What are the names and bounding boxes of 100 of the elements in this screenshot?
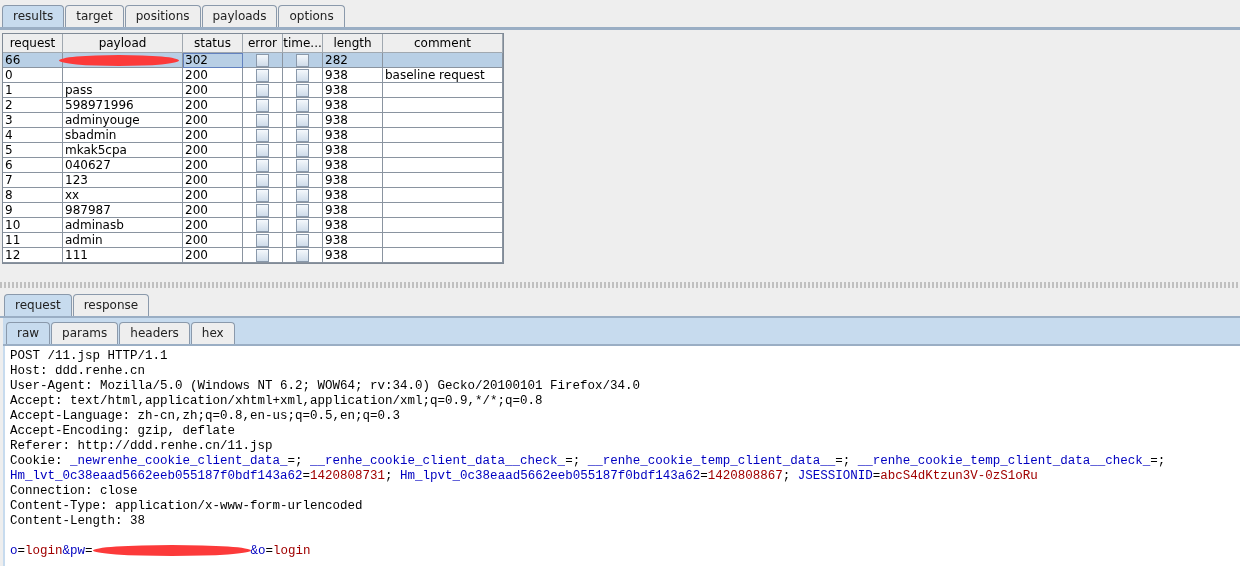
raw-text: Content-Length: 38 <box>10 514 146 528</box>
checkbox[interactable] <box>296 53 309 67</box>
table-cell: 040627 <box>65 158 111 172</box>
tab[interactable]: payloads <box>201 5 278 27</box>
tab[interactable]: results <box>2 5 65 27</box>
column-header[interactable]: comment <box>383 34 503 53</box>
table-row[interactable]: 8 xx 200 938 <box>3 188 503 203</box>
checkbox[interactable] <box>256 113 269 127</box>
checkbox[interactable] <box>256 128 269 142</box>
checkbox[interactable] <box>296 158 309 172</box>
checkbox[interactable] <box>296 68 309 82</box>
table-row[interactable]: 12 111 200 938 <box>3 248 503 263</box>
column-header[interactable]: status <box>183 34 243 53</box>
table-cell: pass <box>65 83 93 97</box>
param-value: login <box>25 544 63 558</box>
param-name: Hm_lpvt_0c38eaad5662eeb055187f0bdf143a62 <box>400 469 701 483</box>
table-row[interactable]: 66 302 282 <box>3 53 503 68</box>
raw-text: User-Agent: Mozilla/5.0 (Windows NT 6.2; WOW64; rv:34.0) Gecko/20100101 Firefox/34.0 <box>10 379 641 393</box>
checkbox[interactable] <box>256 143 269 157</box>
table-cell: 0 <box>5 68 13 82</box>
checkbox[interactable] <box>256 248 269 262</box>
param-value: 1420808731 <box>310 469 386 483</box>
splitter-handle[interactable] <box>0 282 1240 288</box>
tab[interactable]: headers <box>119 322 190 344</box>
table-row[interactable]: 4 sbadmin 200 938 <box>3 128 503 143</box>
checkbox[interactable] <box>256 98 269 112</box>
checkbox[interactable] <box>296 128 309 142</box>
raw-text: =; <box>565 454 582 468</box>
raw-text: Host: ddd.renhe.cn <box>10 364 146 378</box>
checkbox[interactable] <box>296 113 309 127</box>
checkbox[interactable] <box>256 203 269 217</box>
checkbox[interactable] <box>296 203 309 217</box>
column-header[interactable]: request <box>3 34 63 53</box>
table-cell: 938 <box>325 248 348 262</box>
table-cell: 200 <box>185 233 208 247</box>
tab[interactable]: response <box>72 294 150 316</box>
checkbox[interactable] <box>256 53 269 67</box>
table-cell: 1 <box>5 83 13 97</box>
raw-text: Cookie: <box>10 454 64 468</box>
table-cell: 200 <box>185 128 208 142</box>
table-row[interactable]: 2 598971996 200 938 <box>3 98 503 113</box>
table-cell: 282 <box>325 53 348 67</box>
checkbox[interactable] <box>256 218 269 232</box>
table-cell: 938 <box>325 203 348 217</box>
param-name: __renhe_cookie_client_data__check_ <box>310 454 566 468</box>
tab[interactable]: params <box>51 322 119 344</box>
raw-text: Accept-Language: zh-cn,zh;q=0.8,en-us;q=0.5,en;q=0.3 <box>10 409 401 423</box>
table-row[interactable]: 6 040627 200 938 <box>3 158 503 173</box>
checkbox[interactable] <box>296 83 309 97</box>
table-row[interactable]: 1 pass 200 938 <box>3 83 503 98</box>
tab[interactable]: options <box>278 5 345 27</box>
table-cell: 200 <box>185 173 208 187</box>
table-cell: 200 <box>185 203 208 217</box>
checkbox[interactable] <box>296 188 309 202</box>
table-cell: baseline request <box>385 68 485 82</box>
table-row[interactable]: 0 200 938 baseline request <box>3 68 503 83</box>
checkbox[interactable] <box>256 173 269 187</box>
table-cell: xx <box>65 188 80 202</box>
table-cell: 938 <box>325 143 348 157</box>
tab[interactable]: request <box>4 294 72 316</box>
checkbox[interactable] <box>296 218 309 232</box>
checkbox[interactable] <box>296 98 309 112</box>
raw-text: Referer: http://ddd.renhe.cn/11.jsp <box>10 439 273 453</box>
checkbox[interactable] <box>296 143 309 157</box>
table-cell: 987987 <box>65 203 111 217</box>
param-name: __renhe_cookie_temp_client_data__ <box>587 454 836 468</box>
table-cell: 123 <box>65 173 88 187</box>
tab[interactable]: raw <box>6 322 51 344</box>
checkbox[interactable] <box>296 173 309 187</box>
table-cell: 4 <box>5 128 13 142</box>
column-header[interactable]: length <box>323 34 383 53</box>
table-cell: 8 <box>5 188 13 202</box>
checkbox[interactable] <box>256 188 269 202</box>
raw-text: = <box>17 544 26 558</box>
table-cell: 200 <box>185 188 208 202</box>
checkbox[interactable] <box>296 233 309 247</box>
table-row[interactable]: 10 adminasb 200 938 <box>3 218 503 233</box>
raw-editor[interactable] <box>5 346 1240 566</box>
tab[interactable]: target <box>65 5 124 27</box>
table-row[interactable]: 5 mkak5cpa 200 938 <box>3 143 503 158</box>
raw-text: ; <box>385 469 394 483</box>
tab[interactable]: hex <box>190 322 235 344</box>
raw-text: = <box>302 469 311 483</box>
table-row[interactable]: 3 adminyouge 200 938 <box>3 113 503 128</box>
table-cell: sbadmin <box>65 128 117 142</box>
tab[interactable]: positions <box>124 5 201 27</box>
checkbox[interactable] <box>256 158 269 172</box>
table-row[interactable]: 9 987987 200 938 <box>3 203 503 218</box>
checkbox[interactable] <box>256 68 269 82</box>
checkbox[interactable] <box>256 83 269 97</box>
table-row[interactable]: 11 admin 200 938 <box>3 233 503 248</box>
table-cell: 11 <box>5 233 21 247</box>
column-header[interactable]: error <box>243 34 283 53</box>
column-header[interactable]: payload <box>63 34 183 53</box>
checkbox[interactable] <box>256 233 269 247</box>
param-name: &o <box>250 544 266 558</box>
table-cell: 9 <box>5 203 13 217</box>
column-header[interactable]: time... <box>283 34 323 53</box>
checkbox[interactable] <box>296 248 309 262</box>
table-row[interactable]: 7 123 200 938 <box>3 173 503 188</box>
